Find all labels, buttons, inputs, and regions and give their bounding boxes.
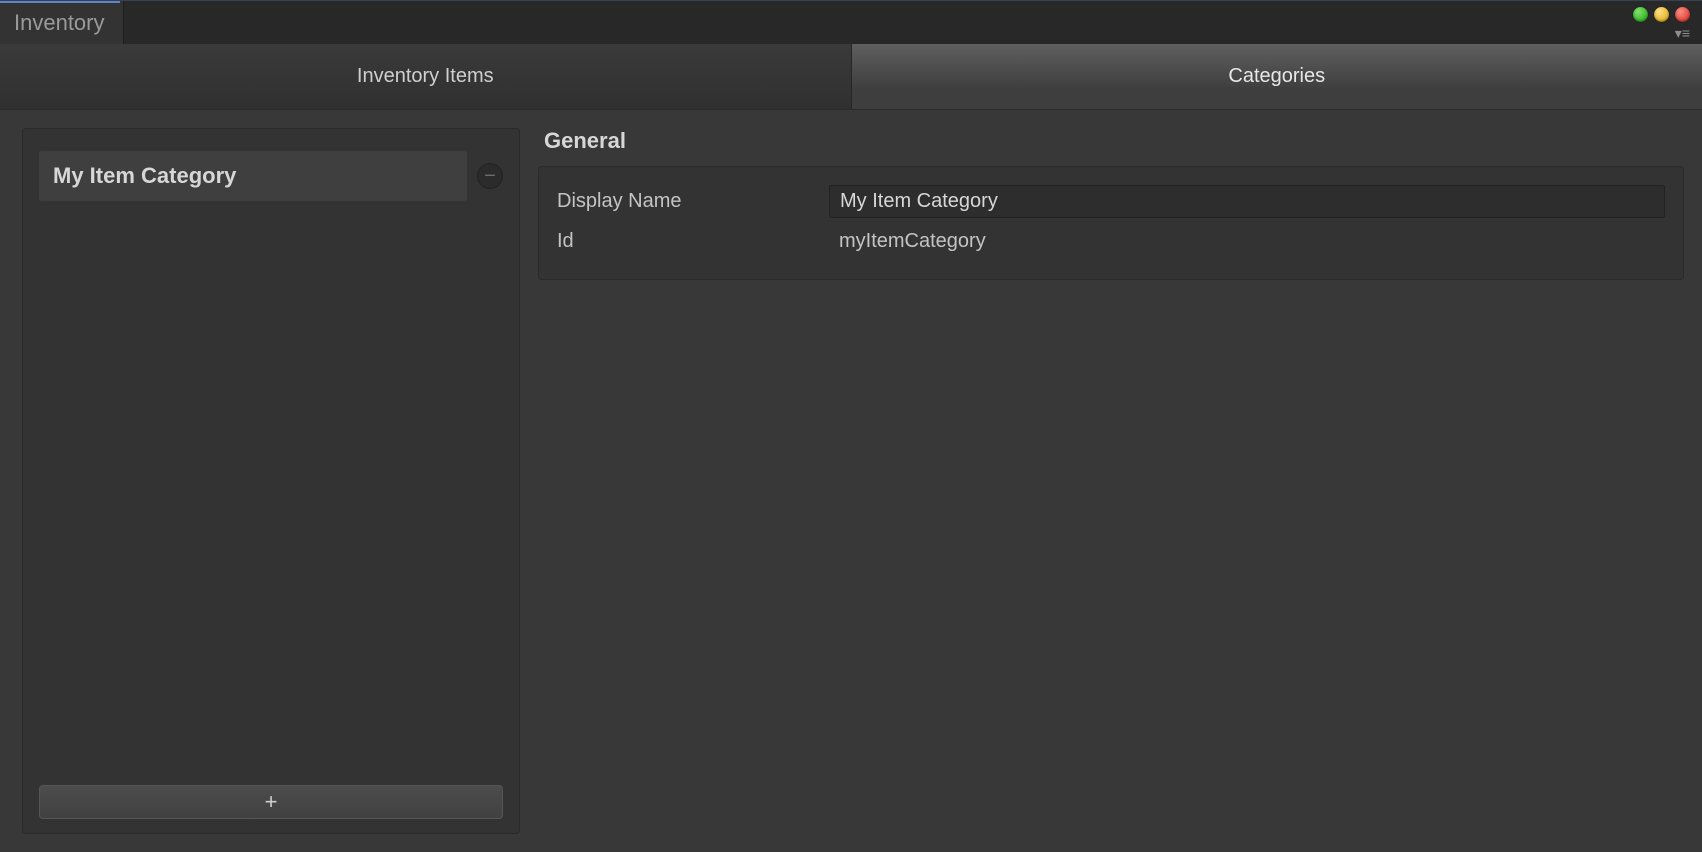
plus-icon: +	[265, 789, 278, 815]
remove-category-button[interactable]: −	[477, 163, 503, 189]
window-controls: ▾≡	[1633, 7, 1690, 40]
titlebar: Inventory ▾≡	[0, 0, 1702, 44]
tab-categories[interactable]: Categories	[852, 44, 1702, 109]
main-tabs: Inventory Items Categories	[0, 44, 1702, 110]
maximize-button[interactable]	[1654, 7, 1669, 22]
field-label-display-name: Display Name	[557, 190, 813, 213]
tab-accent	[0, 1, 120, 3]
window-tab-inventory[interactable]: Inventory	[0, 1, 124, 44]
category-list: My Item Category −	[39, 151, 503, 785]
window-tab-label: Inventory	[14, 10, 105, 36]
display-name-input[interactable]	[829, 185, 1665, 218]
traffic-lights	[1633, 7, 1690, 22]
tab-inventory-items[interactable]: Inventory Items	[0, 44, 852, 109]
tab-label: Inventory Items	[357, 65, 494, 88]
category-list-item[interactable]: My Item Category	[39, 151, 467, 201]
category-item-label: My Item Category	[53, 163, 236, 188]
content: My Item Category − + General Display Nam…	[0, 110, 1702, 852]
tab-label: Categories	[1228, 65, 1325, 88]
general-section: Display Name Id myItemCategory	[538, 166, 1684, 280]
close-button[interactable]	[1675, 7, 1690, 22]
detail-panel: General Display Name Id myItemCategory	[538, 128, 1684, 834]
minimize-button[interactable]	[1633, 7, 1648, 22]
field-id-row: Id myItemCategory	[557, 222, 1665, 261]
panel-menu-icon[interactable]: ▾≡	[1675, 26, 1690, 40]
minus-icon: −	[484, 165, 496, 188]
section-title-general: General	[544, 128, 1684, 154]
category-list-row: My Item Category −	[39, 151, 503, 201]
field-label-id: Id	[557, 230, 813, 253]
category-list-panel: My Item Category − +	[22, 128, 520, 834]
field-display-name-row: Display Name	[557, 181, 1665, 222]
id-value: myItemCategory	[829, 226, 1665, 257]
add-category-button[interactable]: +	[39, 785, 503, 819]
